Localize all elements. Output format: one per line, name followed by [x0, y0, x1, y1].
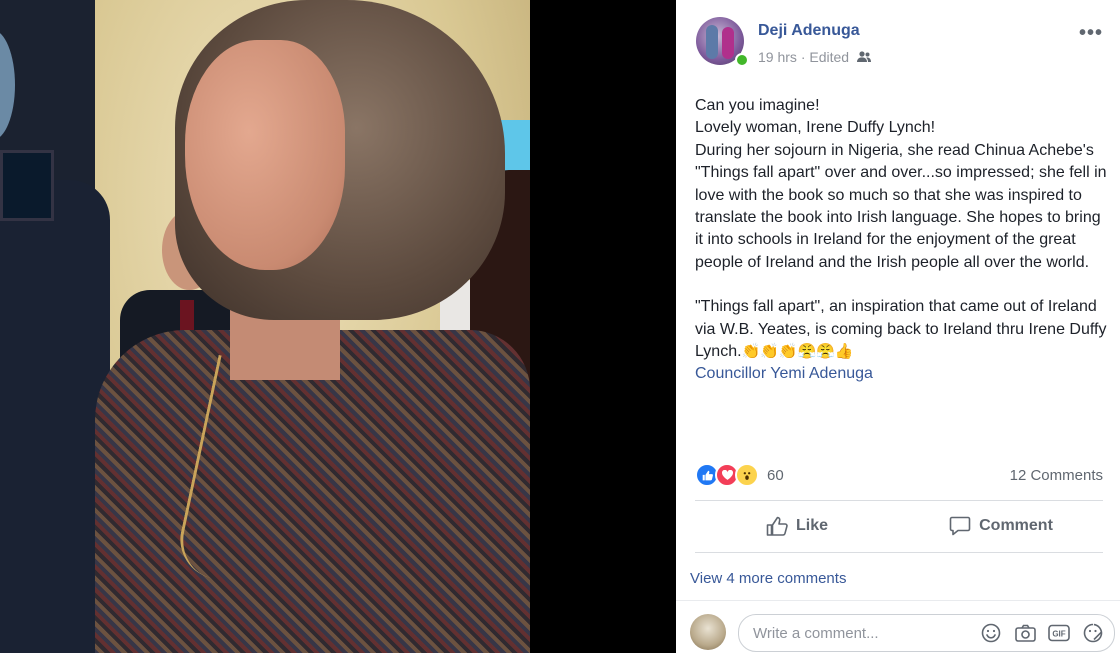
post-photo[interactable] — [0, 0, 530, 653]
post-actions: Like Comment — [695, 506, 1103, 546]
post-side-panel: Deji Adenuga 19 hrs · Edited ••• Can you… — [676, 0, 1120, 653]
photo-left-person — [0, 180, 110, 653]
post-meta: 19 hrs · Edited — [758, 49, 871, 66]
meta-separator: · — [800, 49, 806, 65]
photo-monitor — [0, 150, 54, 221]
more-options-icon[interactable]: ••• — [1079, 22, 1103, 45]
divider — [676, 600, 1120, 601]
reaction-count: 60 — [767, 466, 784, 484]
facebook-photo-viewer: Deji Adenuga 19 hrs · Edited ••• Can you… — [0, 0, 1120, 653]
current-user-avatar[interactable] — [690, 614, 726, 650]
thumbs-up-icon — [766, 516, 788, 536]
author-name[interactable]: Deji Adenuga — [758, 22, 860, 40]
comment-input[interactable]: Write a comment... GIF — [738, 614, 1115, 652]
reactions-summary[interactable]: 60 — [695, 462, 784, 488]
post-time[interactable]: 19 hrs — [758, 49, 797, 65]
divider — [695, 500, 1103, 501]
post-text: Can you imagine! Lovely woman, Irene Duf… — [695, 95, 1107, 386]
emoji-sequence: 👏👏👏😤😤👍 — [741, 343, 854, 361]
comment-button[interactable]: Comment — [899, 506, 1103, 546]
tagged-user[interactable]: Councillor Yemi Adenuga — [695, 363, 1107, 385]
post-paragraph-2: "Things fall apart", an inspiration that… — [695, 296, 1107, 363]
comment-bubble-icon — [949, 516, 971, 536]
photo-face — [185, 40, 345, 270]
comment-label: Comment — [979, 517, 1053, 534]
post-line: Can you imagine! — [695, 97, 820, 114]
view-more-comments-link[interactable]: View 4 more comments — [690, 570, 846, 587]
camera-icon[interactable] — [1014, 623, 1036, 643]
svg-text:GIF: GIF — [1052, 630, 1065, 639]
like-button[interactable]: Like — [695, 506, 899, 546]
avatar-figure-2 — [722, 27, 734, 59]
friends-privacy-icon[interactable] — [856, 50, 871, 66]
photo-letterbox — [530, 0, 676, 653]
divider — [695, 552, 1103, 553]
gif-icon[interactable]: GIF — [1048, 623, 1070, 643]
post-line: During her sojourn in Nigeria, she read … — [695, 141, 1107, 271]
online-status-dot — [735, 53, 749, 67]
wow-reaction-icon — [735, 463, 759, 487]
edited-label[interactable]: Edited — [809, 49, 849, 65]
emoji-smiley-icon[interactable] — [980, 623, 1002, 643]
sticker-icon[interactable] — [1082, 623, 1104, 643]
comment-count-link[interactable]: 12 Comments — [1010, 467, 1103, 484]
comment-placeholder: Write a comment... — [753, 625, 879, 642]
post-line: Lovely woman, Irene Duffy Lynch! — [695, 119, 936, 137]
comment-input-tools: GIF — [980, 623, 1104, 643]
photo-left-head — [0, 30, 15, 140]
like-label: Like — [795, 517, 828, 534]
avatar-figure-1 — [706, 25, 718, 59]
